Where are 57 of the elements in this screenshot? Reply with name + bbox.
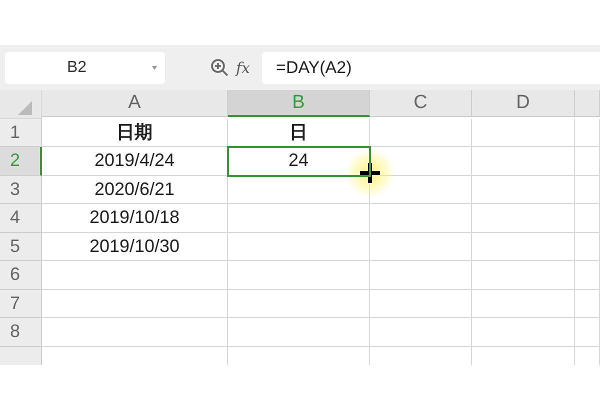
column-header[interactable]: D: [472, 90, 575, 117]
column-header[interactable]: A: [42, 90, 228, 117]
table-cell[interactable]: [42, 290, 228, 318]
zoom-icon[interactable]: [210, 58, 230, 78]
table-cell[interactable]: [370, 290, 472, 318]
table-cell[interactable]: [228, 318, 370, 346]
table-cell[interactable]: [575, 118, 600, 147]
table-cell[interactable]: [228, 232, 370, 261]
table-cell[interactable]: [42, 318, 228, 346]
table-cell[interactable]: [575, 261, 600, 290]
table-cell[interactable]: [472, 147, 575, 176]
table-cell[interactable]: [575, 204, 600, 232]
table-cell[interactable]: 24: [228, 147, 370, 176]
table-cell[interactable]: 2019/10/30: [42, 232, 228, 261]
row-header[interactable]: 4: [0, 204, 42, 232]
table-cell[interactable]: 日: [228, 118, 370, 147]
table-cell[interactable]: [370, 318, 472, 346]
table-cell[interactable]: 2019/4/24: [42, 147, 228, 176]
table-cell[interactable]: [370, 261, 472, 290]
caret-icon[interactable]: [152, 66, 157, 70]
table-cell[interactable]: [370, 118, 472, 147]
formula-field[interactable]: =DAY(A2): [262, 52, 600, 84]
table-cell[interactable]: [575, 147, 600, 176]
table-cell[interactable]: [228, 290, 370, 318]
table-cell[interactable]: [370, 204, 472, 232]
corner-header[interactable]: [0, 90, 42, 118]
table-cell[interactable]: [228, 261, 370, 290]
table-cell[interactable]: [472, 318, 575, 346]
table-cell[interactable]: [472, 290, 575, 318]
table-cell[interactable]: [472, 176, 575, 204]
table-cell[interactable]: [575, 290, 600, 318]
column-header[interactable]: [575, 90, 600, 117]
name-box[interactable]: B2: [5, 52, 165, 84]
table-cell[interactable]: [575, 318, 600, 346]
select-all-icon[interactable]: [18, 100, 32, 115]
cursor-icon: [344, 147, 396, 199]
table-cell[interactable]: [42, 261, 228, 290]
row-header[interactable]: 5: [0, 232, 42, 261]
row-header[interactable]: 6: [0, 261, 42, 290]
row-header[interactable]: 1: [0, 118, 42, 147]
table-cell[interactable]: [575, 232, 600, 261]
table-cell[interactable]: 2020/6/21: [42, 176, 228, 204]
table-cell[interactable]: [575, 176, 600, 204]
row-header[interactable]: 3: [0, 176, 42, 204]
table-cell[interactable]: 日期: [42, 118, 228, 147]
function-label[interactable]: fx: [236, 58, 250, 76]
table-cell[interactable]: [370, 232, 472, 261]
table-cell[interactable]: [472, 232, 575, 261]
table-cell[interactable]: [472, 118, 575, 147]
table-cell[interactable]: 2019/10/18: [42, 204, 228, 232]
column-header[interactable]: C: [370, 90, 472, 117]
row-header[interactable]: 7: [0, 290, 42, 318]
table-cell[interactable]: [472, 261, 575, 290]
table-cell[interactable]: [472, 204, 575, 232]
table-cell[interactable]: [228, 204, 370, 232]
row-header[interactable]: 2: [0, 147, 42, 176]
row-header[interactable]: 8: [0, 318, 42, 346]
